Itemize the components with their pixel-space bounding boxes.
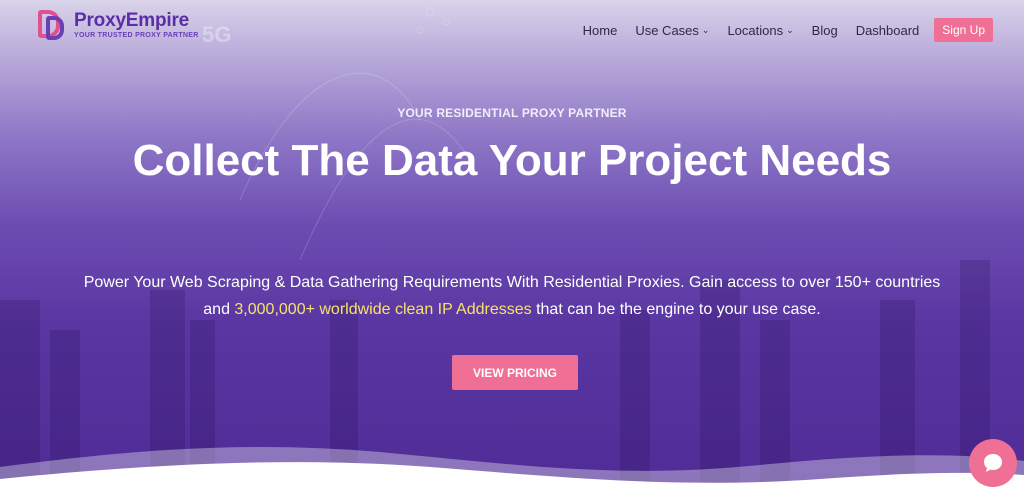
sign-up-button[interactable]: Sign Up	[934, 18, 993, 42]
menu-item-dashboard[interactable]: Dashboard	[856, 23, 920, 38]
background-decoration	[0, 0, 1024, 497]
background-5g-text: 5G	[202, 22, 232, 47]
chat-bubble-icon	[984, 454, 1002, 472]
menu-item-label: Dashboard	[855, 22, 920, 38]
menu-item-use-cases[interactable]: Use Cases ⌄	[635, 23, 709, 38]
menu-item-label: Use Cases	[635, 22, 699, 38]
logo-mark-icon	[38, 8, 70, 42]
top-navigation: ProxyEmpire YOUR TRUSTED PROXY PARTNER 5…	[0, 0, 1024, 56]
brand-tagline: YOUR TRUSTED PROXY PARTNER	[74, 32, 199, 39]
menu-item-locations[interactable]: Locations ⌄	[727, 23, 793, 38]
menu-item-label: Blog	[811, 22, 838, 38]
brand-name: ProxyEmpire	[74, 10, 190, 31]
menu-item-home[interactable]: Home	[583, 23, 618, 38]
menu-item-blog[interactable]: Blog	[812, 23, 838, 38]
hero-description-text-end: that can be the engine to your use case.	[531, 301, 821, 318]
hero-description: Power Your Web Scraping & Data Gathering…	[70, 269, 954, 323]
hero-headline: Collect The Data Your Project Needs	[132, 136, 892, 185]
chevron-down-icon: ⌄	[701, 24, 710, 35]
menu-item-label: Locations	[727, 22, 784, 38]
chevron-down-icon: ⌄	[786, 24, 794, 35]
bottom-wave-divider	[0, 447, 1024, 497]
hero-highlight-text: 3,000,000+ worldwide clean IP Addresses	[234, 301, 532, 318]
logo-text: ProxyEmpire YOUR TRUSTED PROXY PARTNER	[74, 10, 199, 40]
hero-eyebrow: YOUR RESIDENTIAL PROXY PARTNER	[397, 106, 627, 120]
view-pricing-button[interactable]: VIEW PRICING	[452, 355, 578, 390]
brand-logo[interactable]: ProxyEmpire YOUR TRUSTED PROXY PARTNER	[38, 8, 199, 42]
chat-button[interactable]	[969, 439, 1017, 487]
menu-item-label: Home	[582, 22, 618, 38]
main-menu: Home Use Cases ⌄ Locations ⌄ Blog Dashbo…	[583, 18, 993, 42]
